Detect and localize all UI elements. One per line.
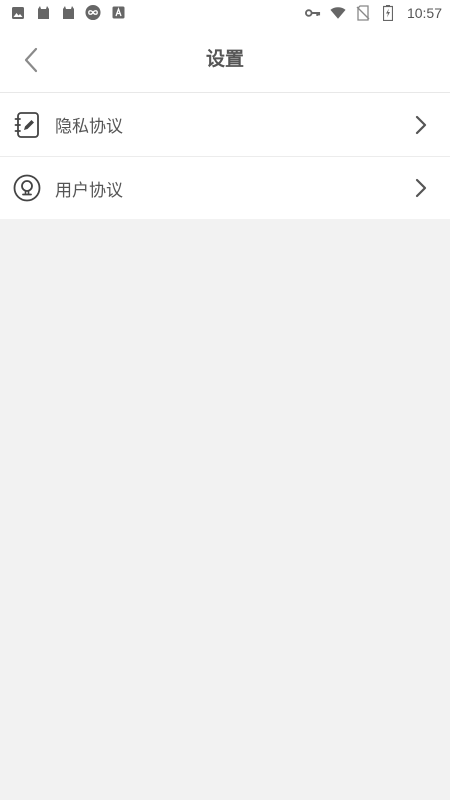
back-button[interactable]	[14, 45, 48, 79]
privacy-policy-item[interactable]: 隐私协议	[0, 93, 450, 156]
key-icon	[304, 5, 321, 21]
status-bar: 10:57	[0, 0, 450, 25]
no-sim-icon	[355, 4, 371, 21]
status-time: 10:57	[406, 4, 442, 21]
cat-icon	[35, 5, 51, 21]
page-title: 设置	[205, 48, 244, 70]
chevron-right-icon	[414, 115, 428, 135]
infinity-icon	[85, 4, 101, 21]
font-icon	[110, 5, 126, 21]
cat-icon	[60, 5, 76, 21]
chevron-left-icon	[24, 47, 38, 77]
status-right-icons: 10:57	[304, 4, 442, 21]
user-agreement-label: 用户协议	[55, 180, 123, 201]
user-circle-icon	[13, 174, 41, 202]
wifi-icon	[330, 5, 346, 21]
chevron-right-icon	[414, 178, 428, 198]
notebook-pen-icon	[13, 111, 41, 139]
user-agreement-item[interactable]: 用户协议	[0, 156, 450, 219]
status-left-icons	[10, 4, 126, 21]
battery-charging-icon	[380, 4, 396, 21]
privacy-policy-label: 隐私协议	[55, 117, 123, 137]
image-icon	[10, 5, 26, 21]
app-header: 设置	[0, 25, 450, 93]
settings-list: 隐私协议 用户协议	[0, 93, 450, 219]
